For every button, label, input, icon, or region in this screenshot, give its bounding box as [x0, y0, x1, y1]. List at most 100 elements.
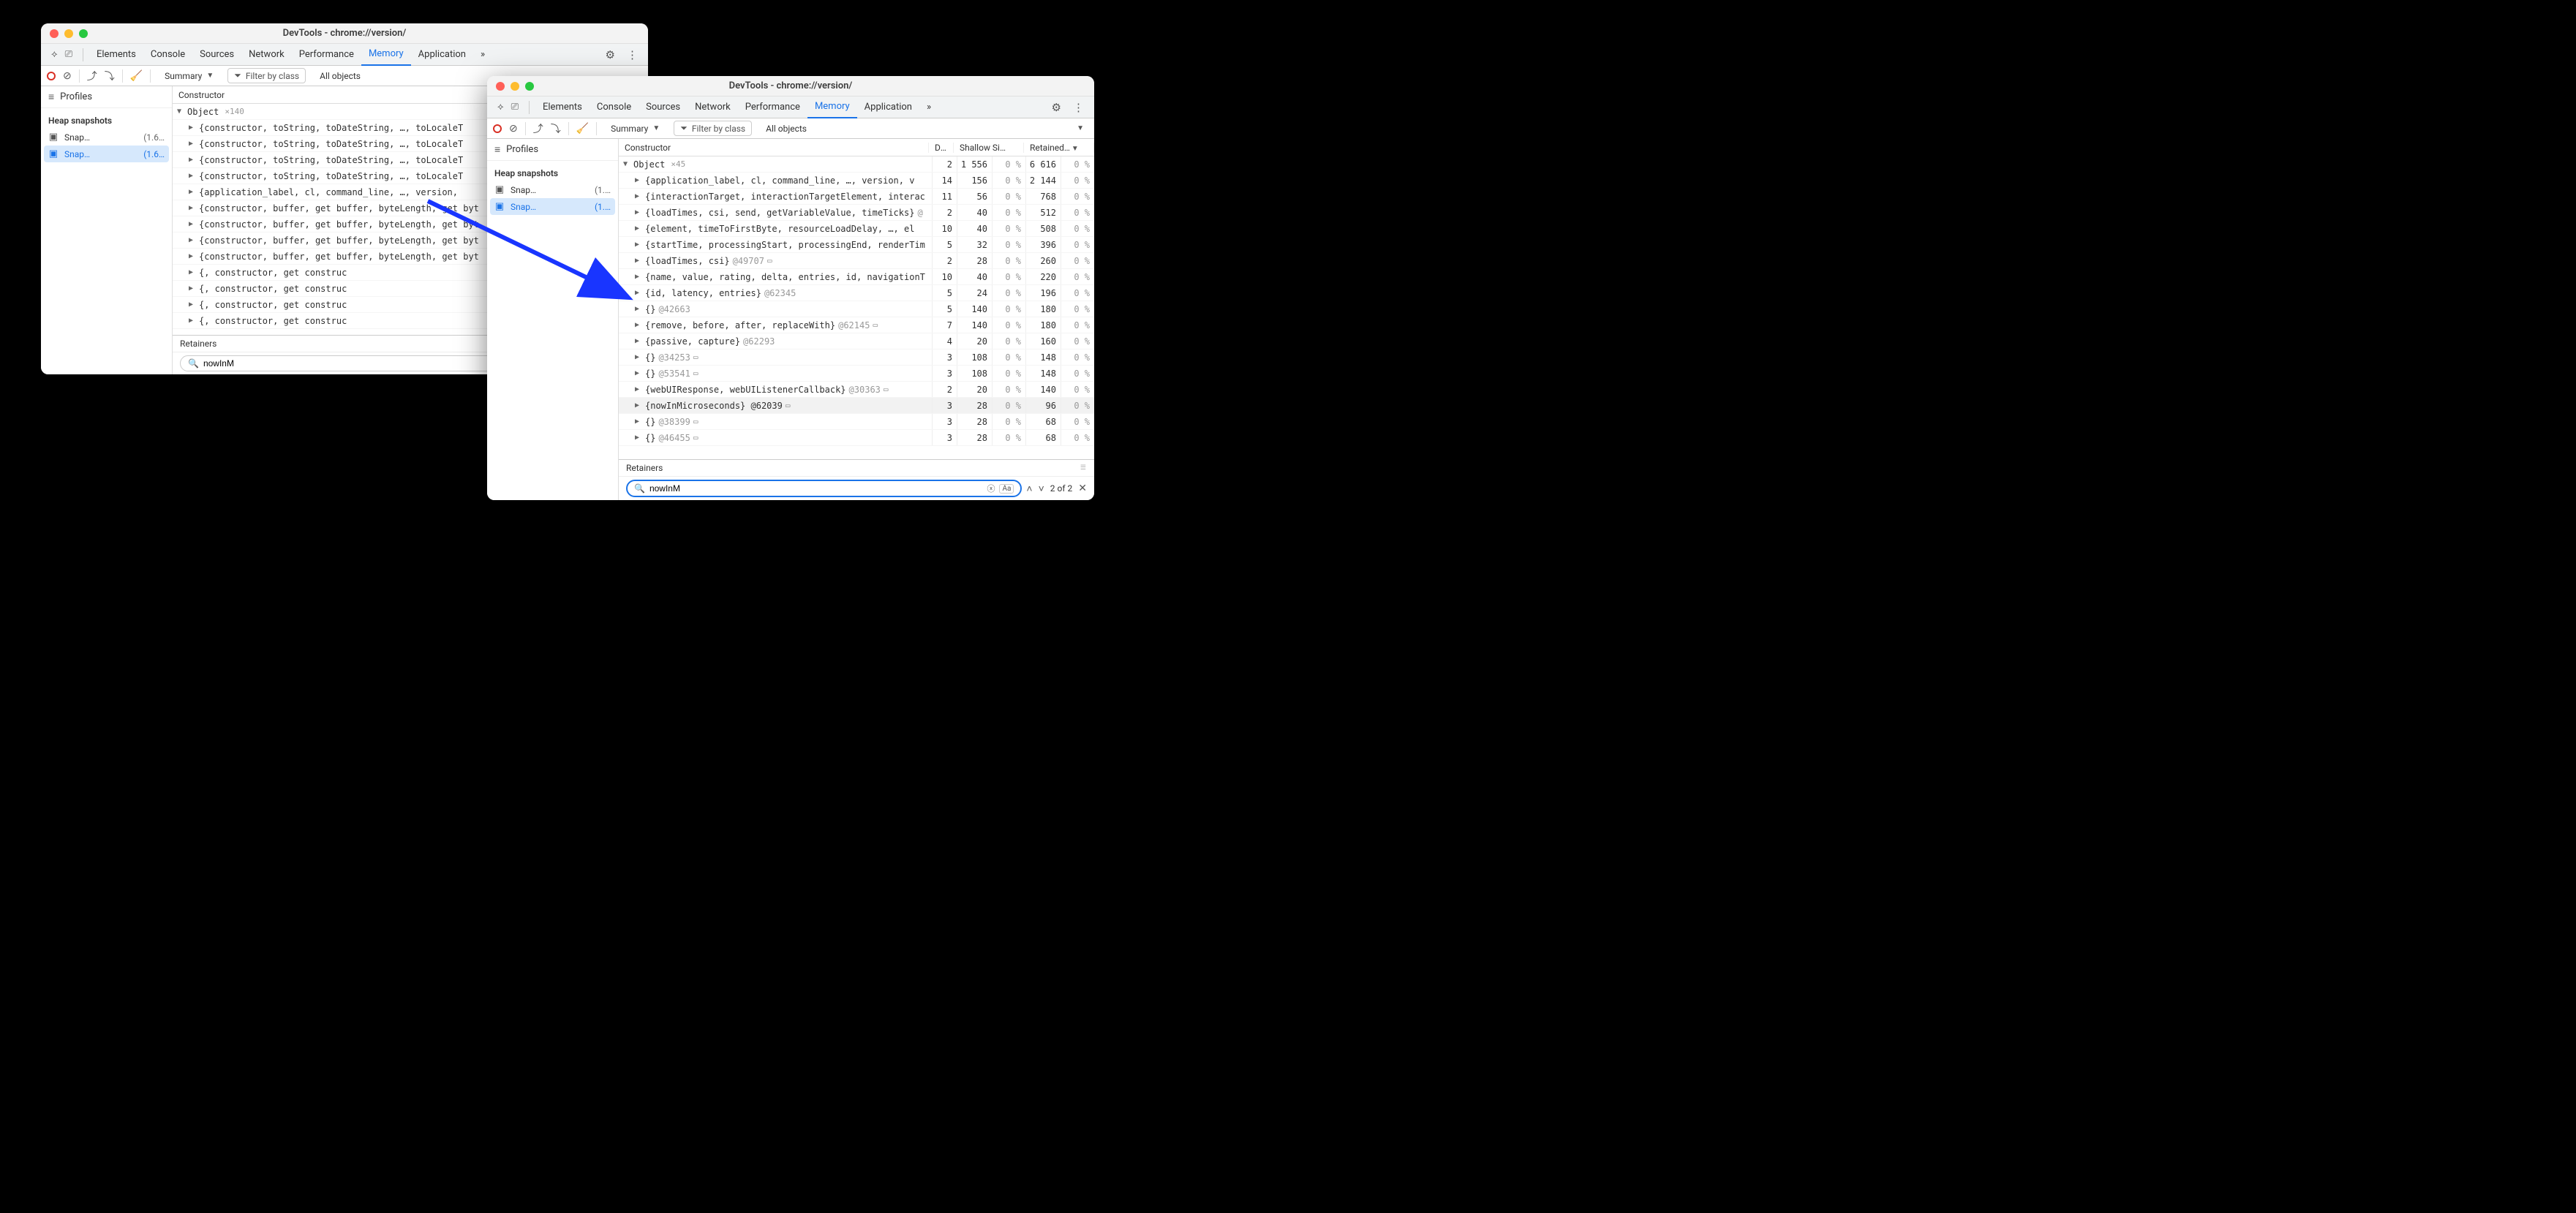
tab-performance[interactable]: Performance [292, 44, 361, 66]
zoom-window-icon[interactable] [79, 29, 88, 38]
col-retained-size[interactable]: Retained…▼ [1024, 143, 1094, 153]
object-row[interactable]: {id, latency, entries} @623455240 %1960 … [619, 285, 1094, 301]
expand-toggle-icon[interactable] [189, 317, 196, 325]
expand-toggle-icon[interactable] [635, 353, 642, 361]
retainers-header[interactable]: Retainers ☰ [619, 459, 1094, 476]
close-window-icon[interactable] [496, 82, 505, 91]
expand-toggle-icon[interactable] [635, 192, 642, 200]
snapshot-item[interactable]: ▣Snap…(1.6… [41, 129, 172, 146]
download-icon[interactable]: ⤵ [551, 121, 561, 136]
expand-toggle-icon[interactable] [189, 220, 196, 228]
gc-icon[interactable]: 🧹 [576, 123, 589, 135]
object-row[interactable]: {} @53541 31080 %1480 % [619, 366, 1094, 382]
object-row[interactable]: {name, value, rating, delta, entries, id… [619, 269, 1094, 285]
class-filter-input[interactable]: ⏷ Filter by class [674, 121, 752, 136]
expand-toggle-icon[interactable] [635, 434, 642, 442]
expand-toggle-icon[interactable] [635, 369, 642, 377]
object-row[interactable]: {passive, capture} @622934200 %1600 % [619, 333, 1094, 349]
snapshot-item[interactable]: ▣Snap…(1.… [487, 181, 618, 198]
expand-toggle-icon[interactable] [635, 241, 642, 249]
search-text-field[interactable] [649, 483, 983, 494]
expand-toggle-icon[interactable] [635, 224, 642, 233]
record-button-icon[interactable] [493, 124, 502, 133]
object-row[interactable]: {application_label, cl, command_line, …,… [619, 173, 1094, 189]
object-row[interactable]: {startTime, processingStart, processingE… [619, 237, 1094, 253]
object-row[interactable]: {remove, before, after, replaceWith} @62… [619, 317, 1094, 333]
clear-search-icon[interactable]: ⓧ [987, 483, 995, 494]
expand-toggle-icon[interactable] [623, 160, 630, 168]
view-dropdown[interactable]: Summary ▼ [158, 69, 220, 83]
expand-toggle-icon[interactable] [635, 289, 642, 297]
tab-network[interactable]: Network [688, 97, 738, 118]
tab-network[interactable]: Network [241, 44, 292, 66]
expand-toggle-icon[interactable] [635, 417, 642, 426]
match-case-icon[interactable]: Aa [999, 484, 1014, 494]
snapshot-item[interactable]: ▣Snap…(1.6… [44, 146, 169, 162]
next-match-icon[interactable]: ˅ [1039, 483, 1044, 495]
object-row[interactable]: {loadTimes, csi} @49707 2280 %2600 % [619, 253, 1094, 269]
expand-toggle-icon[interactable] [635, 208, 642, 216]
view-dropdown[interactable]: Summary ▼ [604, 121, 666, 136]
upload-icon[interactable]: ⤴ [87, 69, 97, 83]
tab-elements[interactable]: Elements [535, 97, 590, 118]
object-row[interactable]: {} @38399 3280 %680 % [619, 414, 1094, 430]
expand-toggle-icon[interactable] [177, 107, 184, 116]
close-search-icon[interactable]: ✕ [1078, 483, 1087, 494]
col-constructor[interactable]: Constructor [619, 143, 929, 153]
minimize-window-icon[interactable] [64, 29, 73, 38]
expand-toggle-icon[interactable] [189, 188, 196, 196]
expand-toggle-icon[interactable] [189, 284, 196, 292]
more-panels-icon[interactable]: » [476, 49, 489, 60]
object-row[interactable]: {loadTimes, csi, send, getVariableValue,… [619, 205, 1094, 221]
tab-console[interactable]: Console [590, 97, 639, 118]
settings-icon[interactable]: ⚙ [601, 48, 619, 61]
upload-icon[interactable]: ⤴ [533, 121, 543, 136]
expand-toggle-icon[interactable] [189, 172, 196, 180]
tab-elements[interactable]: Elements [89, 44, 143, 66]
col-shallow-size[interactable]: Shallow Si… [954, 143, 1024, 153]
object-row[interactable]: {} @4266351400 %1800 % [619, 301, 1094, 317]
col-distance[interactable]: Di… [929, 143, 954, 153]
tab-memory[interactable]: Memory [361, 44, 411, 66]
device-mode-icon[interactable]: ⎚ [65, 49, 72, 60]
zoom-window-icon[interactable] [525, 82, 534, 91]
object-row[interactable]: {webUIResponse, webUIListenerCallback} @… [619, 382, 1094, 398]
expand-toggle-icon[interactable] [635, 401, 642, 409]
close-window-icon[interactable] [50, 29, 59, 38]
tab-application[interactable]: Application [411, 44, 473, 66]
expand-toggle-icon[interactable] [189, 268, 196, 276]
prev-match-icon[interactable]: ˄ [1026, 483, 1032, 495]
expand-toggle-icon[interactable] [189, 124, 196, 132]
constructor-group-row[interactable]: Object ×4521 5560 %6 6160 % [619, 156, 1094, 173]
expand-toggle-icon[interactable] [189, 301, 196, 309]
tab-sources[interactable]: Sources [192, 44, 241, 66]
expand-toggle-icon[interactable] [189, 156, 196, 164]
chevron-down-icon[interactable]: ▼ [1077, 124, 1088, 132]
expand-toggle-icon[interactable] [189, 204, 196, 212]
more-menu-icon[interactable]: ⋮ [622, 48, 642, 61]
search-input[interactable]: 🔍 ⓧ Aa [626, 480, 1022, 497]
tab-console[interactable]: Console [143, 44, 192, 66]
clear-button-icon[interactable]: ⊘ [63, 70, 72, 82]
tab-performance[interactable]: Performance [738, 97, 807, 118]
object-scope-dropdown[interactable]: All objects [759, 121, 813, 136]
minimize-window-icon[interactable] [511, 82, 519, 91]
expand-toggle-icon[interactable] [635, 176, 642, 184]
clear-button-icon[interactable]: ⊘ [509, 123, 518, 135]
expand-toggle-icon[interactable] [635, 337, 642, 345]
record-button-icon[interactable] [47, 72, 56, 80]
object-row[interactable]: {nowInMicroseconds} @62039 3280 %960 % [619, 398, 1094, 414]
expand-toggle-icon[interactable] [635, 257, 642, 265]
expand-toggle-icon[interactable] [635, 305, 642, 313]
object-row[interactable]: {} @46455 3280 %680 % [619, 430, 1094, 446]
class-filter-input[interactable]: ⏷ Filter by class [227, 68, 306, 83]
expand-toggle-icon[interactable] [635, 321, 642, 329]
expand-toggle-icon[interactable] [189, 140, 196, 148]
object-row[interactable]: {interactionTarget, interactionTargetEle… [619, 189, 1094, 205]
tab-application[interactable]: Application [857, 97, 919, 118]
expand-toggle-icon[interactable] [635, 273, 642, 281]
object-scope-dropdown[interactable]: All objects [313, 69, 367, 83]
gc-icon[interactable]: 🧹 [130, 70, 143, 82]
tab-memory[interactable]: Memory [807, 97, 857, 118]
expand-toggle-icon[interactable] [189, 236, 196, 244]
